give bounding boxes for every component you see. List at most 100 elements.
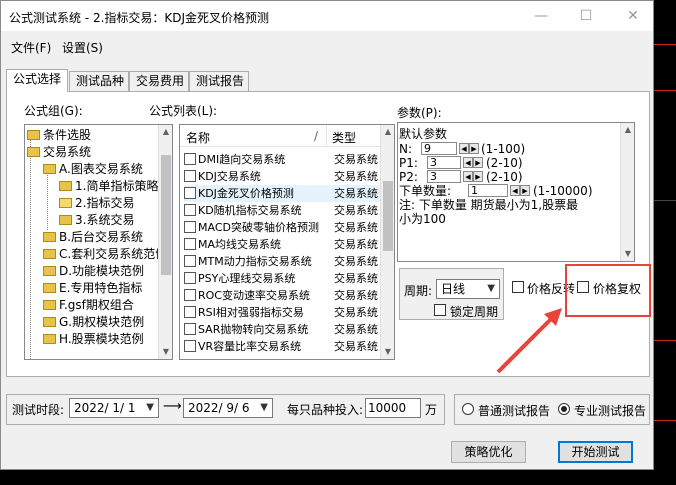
column-name-header[interactable]: 名称 — [186, 129, 210, 146]
list-item[interactable]: VR容量比率交易系统 交易系统 — [184, 338, 384, 355]
normal-report-radio[interactable] — [462, 403, 474, 415]
tree-item[interactable]: 条件选股 — [27, 127, 91, 144]
param-n-range: (1-100) — [481, 142, 526, 156]
list-item[interactable]: DMI趋向交易系统 交易系统 — [184, 151, 384, 168]
spin-left-icon[interactable]: ◀ — [459, 143, 469, 154]
column-divider — [326, 125, 327, 147]
tree-item[interactable]: F.gsf期权组合 — [43, 297, 134, 314]
dialog-window: 公式测试系统 - 2.指标交易：KDJ金死叉价格预测 — ☐ ✕ 文件(F) 设… — [0, 0, 654, 470]
start-date-picker[interactable]: 2022/ 1/ 1 ▼ — [69, 398, 159, 418]
period-group: 周期: 日线 ▼ 锁定周期 — [399, 268, 504, 320]
start-test-button[interactable]: 开始测试 — [558, 441, 633, 463]
strategy-optimize-button[interactable]: 策略优化 — [451, 441, 526, 463]
list-item[interactable]: MA均线交易系统 交易系统 — [184, 236, 384, 253]
scroll-thumb[interactable] — [161, 155, 171, 275]
tree-item[interactable]: 交易系统 — [27, 144, 91, 161]
lock-period-checkbox[interactable] — [434, 304, 446, 316]
spin-right-icon[interactable]: ▶ — [520, 185, 530, 196]
price-reverse-checkbox[interactable] — [512, 281, 524, 293]
param-p2-label: P2: — [399, 170, 418, 184]
tab-formula-select[interactable]: 公式选择 — [6, 69, 68, 92]
formula-icon — [184, 238, 196, 250]
folder-icon — [27, 129, 40, 140]
list-item[interactable]: PSY心理线交易系统 交易系统 — [184, 270, 384, 287]
tab-test-instruments[interactable]: 测试品种 — [69, 71, 129, 91]
column-type-header[interactable]: 类型 — [332, 129, 356, 146]
background-line — [654, 340, 676, 341]
list-item[interactable]: RSI相对强弱指标交易 交易系统 — [184, 304, 384, 321]
params-heading: 默认参数 — [399, 127, 448, 141]
spin-right-icon[interactable]: ▶ — [473, 157, 483, 168]
highlight-box — [565, 264, 651, 317]
formula-icon — [184, 170, 196, 182]
tab-test-report[interactable]: 测试报告 — [189, 71, 249, 91]
param-qty-label: 下单数量: — [399, 184, 452, 198]
spin-left-icon[interactable]: ◀ — [463, 171, 473, 182]
param-n-input[interactable]: 9 — [421, 142, 457, 155]
folder-icon — [43, 231, 56, 242]
list-item-selected[interactable]: KDJ金死叉价格预测 交易系统 — [184, 185, 384, 202]
param-qty-range: (1-10000) — [533, 184, 593, 198]
param-p1-input[interactable]: 3 — [427, 156, 461, 169]
scroll-thumb[interactable] — [383, 181, 393, 251]
tree-item[interactable]: D.功能模块范例 — [43, 263, 144, 280]
tree-item[interactable]: A.图表交易系统 — [43, 161, 143, 178]
param-qty-input[interactable]: 1 — [468, 184, 508, 197]
close-icon[interactable]: ✕ — [623, 7, 643, 25]
tree-item[interactable]: C.套利交易系统范例 — [43, 246, 167, 263]
tree-item[interactable]: H.股票模块范例 — [43, 331, 144, 348]
minimize-icon[interactable]: — — [531, 7, 551, 25]
formula-icon — [184, 323, 196, 335]
params-note-line2: 小为100 — [399, 212, 446, 226]
param-n-label: N: — [399, 142, 413, 156]
tree-item[interactable]: E.专用特色指标 — [43, 280, 142, 297]
end-date-picker[interactable]: 2022/ 9/ 6 ▼ — [183, 398, 273, 418]
formula-icon — [184, 272, 196, 284]
tree-item[interactable]: 3.系统交易 — [59, 212, 134, 229]
scroll-up-icon[interactable]: ▲ — [161, 127, 171, 137]
params-scrollbar[interactable]: ▲ ▼ — [620, 123, 634, 261]
scroll-down-icon[interactable]: ▼ — [383, 347, 393, 357]
param-p2-input[interactable]: 3 — [427, 170, 461, 183]
scroll-down-icon[interactable]: ▼ — [161, 347, 171, 357]
period-select[interactable]: 日线 ▼ — [436, 279, 500, 299]
list-item[interactable]: KDJ交易系统 交易系统 — [184, 168, 384, 185]
list-item[interactable]: MTM动力指标交易系统 交易系统 — [184, 253, 384, 270]
tree-item-selected[interactable]: 2.指标交易 — [59, 195, 134, 212]
formula-icon — [184, 221, 196, 233]
spin-right-icon[interactable]: ▶ — [473, 171, 483, 182]
formula-group-tree[interactable]: 条件选股 交易系统 A.图表交易系统 1.简单指标策略 2.指标交易 3.系统交… — [24, 124, 173, 360]
pro-report-label: 专业测试报告 — [574, 404, 647, 418]
list-scrollbar[interactable]: ▲ ▼ — [380, 125, 394, 359]
scroll-up-icon[interactable]: ▲ — [383, 127, 393, 137]
menu-settings[interactable]: 设置(S) — [62, 39, 103, 56]
spin-left-icon[interactable]: ◀ — [510, 185, 520, 196]
background-line — [654, 44, 676, 45]
formula-list-label: 公式列表(L): — [149, 104, 218, 118]
param-p1-label: P1: — [399, 156, 418, 170]
scroll-down-icon[interactable]: ▼ — [623, 249, 633, 259]
formula-icon — [184, 187, 196, 199]
formula-list[interactable]: 名称 / 类型 DMI趋向交易系统 交易系统 KDJ交易系统 交易系统 KDJ金死叉… — [179, 124, 395, 360]
formula-icon — [184, 340, 196, 352]
params-note-line1: 注: 下单数量 期货最小为1,股票最 — [399, 198, 579, 212]
list-item[interactable]: SAR抛物转向交易系统 交易系统 — [184, 321, 384, 338]
tree-item[interactable]: B.后台交易系统 — [43, 229, 143, 246]
list-item[interactable]: KD随机指标交易系统 交易系统 — [184, 202, 384, 219]
scroll-up-icon[interactable]: ▲ — [623, 125, 633, 135]
maximize-icon[interactable]: ☐ — [576, 7, 596, 25]
list-item[interactable]: MACD突破零轴价格预测 交易系统 — [184, 219, 384, 236]
spin-right-icon[interactable]: ▶ — [469, 143, 479, 154]
folder-icon — [43, 248, 56, 259]
invest-input[interactable]: 10000 — [365, 398, 421, 418]
tree-item[interactable]: 1.简单指标策略 — [59, 178, 158, 195]
tree-scrollbar[interactable]: ▲ ▼ — [158, 125, 172, 359]
spin-left-icon[interactable]: ◀ — [463, 157, 473, 168]
tab-trade-fees[interactable]: 交易费用 — [129, 71, 189, 91]
list-item[interactable]: ROC变动速率交易系统 交易系统 — [184, 287, 384, 304]
menu-bar: 文件(F) 设置(S) — [1, 36, 653, 58]
tree-item[interactable]: G.期权模块范例 — [43, 314, 144, 331]
param-p1-range: (2-10) — [486, 156, 523, 170]
menu-file[interactable]: 文件(F) — [11, 39, 51, 56]
pro-report-radio[interactable] — [558, 403, 570, 415]
